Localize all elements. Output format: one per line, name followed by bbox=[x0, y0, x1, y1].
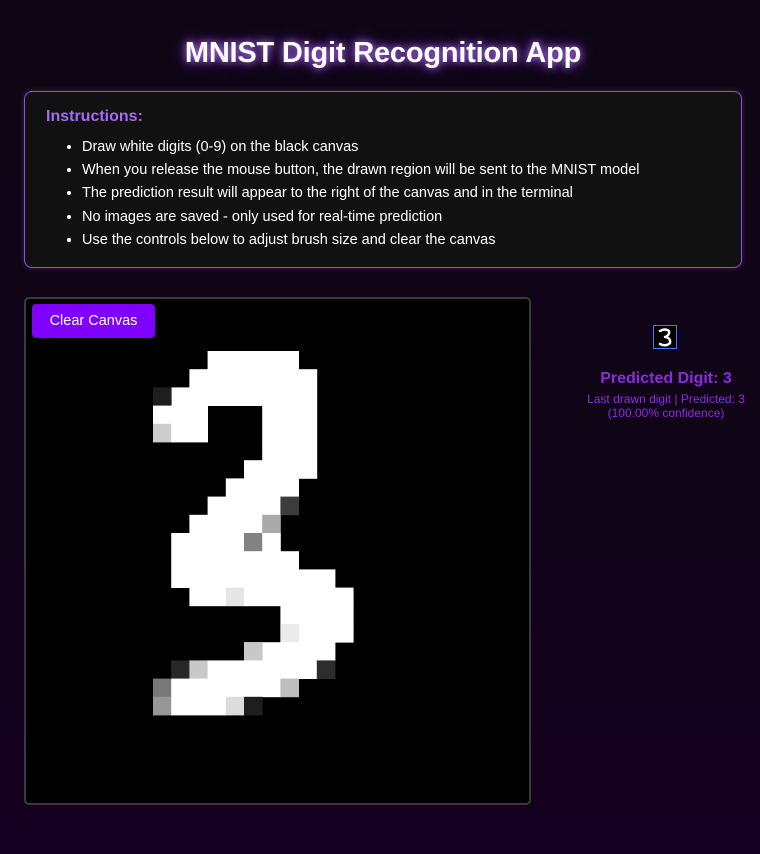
instructions-panel: Instructions: Draw white digits (0-9) on… bbox=[24, 91, 742, 268]
digit-pixel-block bbox=[153, 678, 172, 698]
digit-pixel-block bbox=[189, 660, 208, 679]
digit-pixel-block bbox=[171, 660, 190, 679]
instruction-item: The prediction result will appear to the… bbox=[82, 182, 639, 205]
digit-pixel-block bbox=[225, 696, 245, 716]
prediction-confidence: (100.00% confidence) bbox=[607, 406, 725, 420]
digit-pixel-block bbox=[244, 587, 354, 607]
page-title: MNIST Digit Recognition App bbox=[184, 37, 582, 69]
digit-pixel-block bbox=[171, 569, 336, 588]
digit-pixel-block bbox=[171, 696, 227, 716]
digit-pixel-block bbox=[262, 405, 318, 425]
digit-pixel-block bbox=[225, 587, 245, 607]
digit-pixel-block bbox=[280, 605, 354, 625]
digit-pixel-block bbox=[207, 660, 318, 679]
digit-pixel-block bbox=[225, 478, 299, 497]
digit-pixel-block bbox=[280, 496, 299, 516]
digit-pixel-block bbox=[189, 514, 263, 534]
instruction-item: When you release the mouse button, the d… bbox=[82, 159, 639, 182]
digit-pixel-block bbox=[316, 660, 336, 679]
instructions-list: Draw white digits (0-9) on the black can… bbox=[61, 136, 639, 252]
predicted-digit-label: Predicted Digit: 3 bbox=[600, 370, 732, 387]
digit-pixel-block bbox=[153, 405, 172, 425]
instruction-item: No images are saved - only used for real… bbox=[82, 206, 639, 229]
instructions-heading: Instructions: bbox=[46, 108, 143, 125]
digit-thumbnail bbox=[653, 325, 677, 349]
digit-pixel-block bbox=[280, 624, 299, 643]
digit-pixel-block bbox=[189, 369, 318, 388]
digit-pixel-block bbox=[207, 351, 299, 370]
digit-pixel-block bbox=[244, 696, 263, 716]
digit-pixel-block bbox=[171, 387, 227, 406]
digit-pixel-block bbox=[244, 533, 263, 552]
digit-pixel-block bbox=[244, 460, 318, 479]
drawing-canvas[interactable]: Clear Canvas bbox=[24, 297, 531, 805]
digit-pixel-block bbox=[171, 678, 281, 698]
digit-pixel-block bbox=[262, 442, 318, 461]
digit-pixel-block bbox=[171, 551, 299, 570]
digit-pixel-block bbox=[171, 533, 245, 552]
digit-pixel-block bbox=[262, 514, 281, 534]
digit-pixel-block bbox=[225, 387, 318, 406]
drawn-digit-image[interactable] bbox=[26, 299, 529, 803]
digit-pixel-block bbox=[153, 387, 172, 406]
instruction-item: Use the controls below to adjust brush s… bbox=[82, 229, 639, 252]
digit-pixel-block bbox=[280, 678, 299, 698]
digit-pixel-block bbox=[153, 696, 172, 716]
prediction-detail: Last drawn digit | Predicted: 3 bbox=[587, 392, 745, 406]
thumbnail-digit-stroke bbox=[658, 328, 672, 347]
digit-pixel-block bbox=[244, 642, 263, 661]
clear-canvas-button[interactable]: Clear Canvas bbox=[32, 304, 155, 338]
digit-pixel-block bbox=[207, 496, 281, 516]
digit-pixel-block bbox=[171, 423, 208, 443]
digit-thumbnail-image bbox=[658, 328, 672, 347]
digit-pixel-block bbox=[153, 423, 172, 443]
digit-pixel-block bbox=[262, 533, 281, 552]
digit-pixel-block bbox=[262, 423, 318, 443]
instruction-item: Draw white digits (0-9) on the black can… bbox=[82, 136, 639, 159]
digit-pixel-block bbox=[171, 405, 208, 425]
digit-pixel-block bbox=[189, 587, 227, 607]
